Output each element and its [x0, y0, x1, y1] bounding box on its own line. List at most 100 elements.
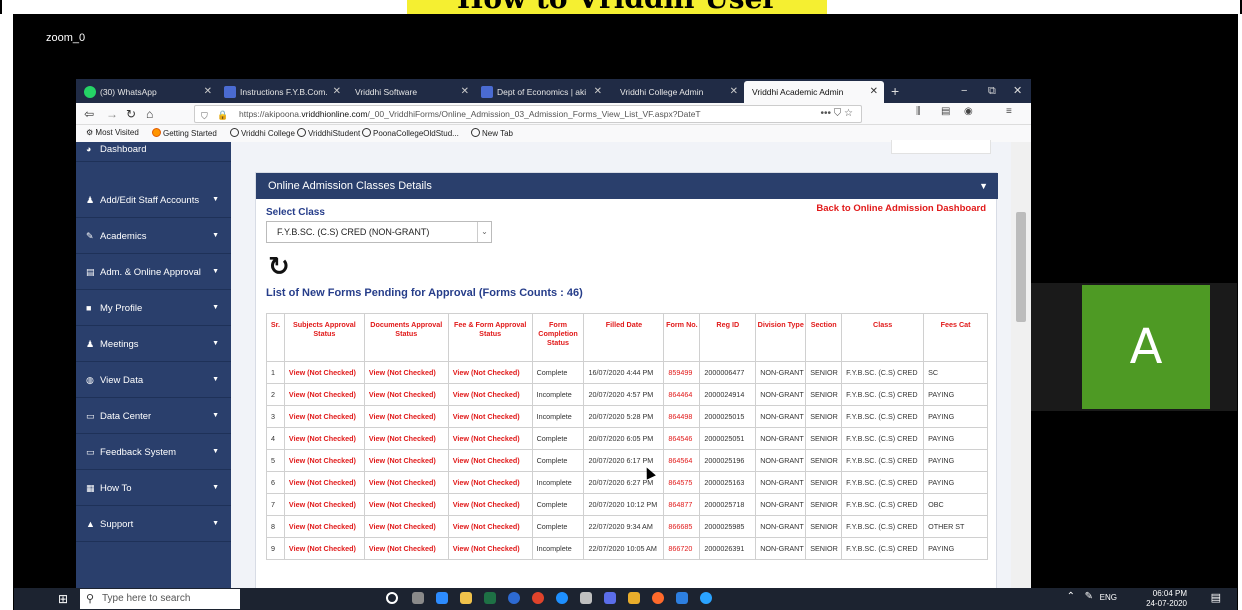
- taskbar-search-input[interactable]: ⚲ Type here to search: [80, 589, 240, 609]
- back-icon[interactable]: ⇦: [84, 105, 94, 123]
- view-status-link[interactable]: View (Not Checked): [447, 361, 533, 384]
- cortana-icon[interactable]: [386, 592, 398, 604]
- close-icon[interactable]: ✕: [594, 81, 602, 103]
- new-tab-button[interactable]: +: [891, 81, 899, 101]
- windows-start-icon[interactable]: ⊞: [58, 592, 68, 606]
- column-header[interactable]: Reg ID: [699, 313, 757, 362]
- bookmark-vriddhistudent[interactable]: VriddhiStudent: [297, 128, 360, 138]
- view-status-link[interactable]: View (Not Checked): [283, 537, 365, 560]
- view-status-link[interactable]: View (Not Checked): [283, 449, 365, 472]
- view-status-link[interactable]: View (Not Checked): [283, 515, 365, 538]
- close-icon[interactable]: ✕: [204, 81, 212, 103]
- view-status-link[interactable]: View (Not Checked): [283, 427, 365, 450]
- mail-icon[interactable]: [676, 592, 688, 604]
- top-search-box[interactable]: [891, 140, 991, 154]
- view-status-link[interactable]: View (Not Checked): [363, 471, 449, 494]
- view-status-link[interactable]: View (Not Checked): [447, 493, 533, 516]
- menu-icon[interactable]: ≡: [1006, 106, 1012, 117]
- column-header[interactable]: Fees Cat: [923, 313, 988, 362]
- url-bar[interactable]: ⛉ 🔒 https://akipoona.vriddhionline.com/_…: [194, 105, 862, 123]
- view-status-link[interactable]: View (Not Checked): [363, 537, 449, 560]
- sidebar-item-feedback-system[interactable]: ▭ Feedback System ▼: [76, 434, 231, 470]
- forward-icon[interactable]: →: [106, 105, 118, 123]
- view-status-link[interactable]: View (Not Checked): [283, 405, 365, 428]
- edge-icon[interactable]: [556, 592, 568, 604]
- close-icon[interactable]: ✕: [730, 81, 738, 103]
- column-header[interactable]: Section: [805, 313, 843, 362]
- page-scrollbar[interactable]: [1011, 142, 1031, 589]
- close-icon[interactable]: ✕: [333, 81, 341, 103]
- view-status-link[interactable]: View (Not Checked): [363, 361, 449, 384]
- account-icon[interactable]: ◉: [964, 106, 973, 117]
- app-icon[interactable]: [700, 592, 712, 604]
- home-icon[interactable]: ⌂: [146, 105, 153, 123]
- form-number-link[interactable]: 866685: [663, 515, 701, 538]
- tab-instructions[interactable]: Instructions F.Y.B.Com. ✕: [218, 81, 347, 103]
- column-header[interactable]: Form Completion Status: [531, 313, 585, 362]
- sidebar-item-support[interactable]: ▲ Support ▼: [76, 506, 231, 542]
- bookmark-getting-started[interactable]: Getting Started: [152, 128, 217, 138]
- view-status-link[interactable]: View (Not Checked): [363, 515, 449, 538]
- zoom-app-icon[interactable]: [436, 592, 448, 604]
- notification-icon[interactable]: ▤: [1211, 591, 1221, 604]
- view-status-link[interactable]: View (Not Checked): [283, 361, 365, 384]
- form-number-link[interactable]: 864498: [663, 405, 701, 428]
- sidebar-item-academics[interactable]: ✎ Academics ▼: [76, 218, 231, 254]
- lock-icon[interactable]: 🔒: [217, 107, 228, 122]
- close-icon[interactable]: ✕: [870, 81, 878, 103]
- view-status-link[interactable]: View (Not Checked): [283, 493, 365, 516]
- close-window-icon[interactable]: ✕: [1013, 81, 1022, 101]
- sidebar-item-adm-online-approval[interactable]: ▤ Adm. & Online Approval ▼: [76, 254, 231, 290]
- bookmark-vriddhi-college[interactable]: Vriddhi College: [230, 128, 295, 138]
- sidebar-toggle-icon[interactable]: ▤: [941, 106, 950, 117]
- column-header[interactable]: Sr.: [266, 313, 285, 362]
- view-status-link[interactable]: View (Not Checked): [363, 493, 449, 516]
- chevron-down-icon[interactable]: ▼: [979, 173, 988, 199]
- column-header[interactable]: Form No.: [663, 313, 701, 362]
- view-status-link[interactable]: View (Not Checked): [363, 405, 449, 428]
- view-status-link[interactable]: View (Not Checked): [447, 537, 533, 560]
- maximize-icon[interactable]: ⧉: [988, 81, 996, 101]
- skype-icon[interactable]: [508, 592, 520, 604]
- tab-vriddhi-software[interactable]: Vriddhi Software ✕: [347, 81, 475, 103]
- view-status-link[interactable]: View (Not Checked): [447, 471, 533, 494]
- reload-icon[interactable]: ↻: [126, 105, 136, 123]
- shield-icon[interactable]: ⛉: [201, 108, 208, 122]
- sidebar-item-meetings[interactable]: ♟ Meetings ▼: [76, 326, 231, 362]
- sidebar-item-data-center[interactable]: ▭ Data Center ▼: [76, 398, 231, 434]
- form-number-link[interactable]: 859499: [663, 361, 701, 384]
- bookmark-new-tab[interactable]: New Tab: [471, 128, 513, 138]
- tab-vriddhi-academic-admin[interactable]: Vriddhi Academic Admin ✕: [744, 81, 884, 103]
- url-actions[interactable]: ••• ⛉ ☆: [820, 106, 853, 122]
- form-number-link[interactable]: 864575: [663, 471, 701, 494]
- bookmark-poonacollegeold[interactable]: PoonaCollegeOldStud...: [362, 128, 459, 138]
- pen-icon[interactable]: ✎: [1085, 591, 1093, 602]
- view-status-link[interactable]: View (Not Checked): [447, 449, 533, 472]
- sidebar-item-dashboard[interactable]: ◕ Dashboard: [76, 142, 231, 162]
- view-status-link[interactable]: View (Not Checked): [363, 427, 449, 450]
- view-status-link[interactable]: View (Not Checked): [447, 515, 533, 538]
- library-icon[interactable]: ⫼: [916, 106, 921, 117]
- excel-icon[interactable]: [484, 592, 496, 604]
- clock[interactable]: 06:04 PM 24-07-2020: [1146, 589, 1187, 609]
- app-icon[interactable]: [580, 592, 592, 604]
- class-select[interactable]: F.Y.B.SC. (C.S) CRED (NON-GRANT) ⌄: [266, 221, 492, 243]
- column-header[interactable]: Division Type: [755, 313, 807, 362]
- chevron-down-icon[interactable]: ⌄: [477, 222, 491, 242]
- chrome-icon[interactable]: [532, 592, 544, 604]
- app-icon[interactable]: [628, 592, 640, 604]
- tab-vriddhi-college-admin[interactable]: Vriddhi College Admin ✕: [608, 81, 744, 103]
- column-header[interactable]: Class: [841, 313, 925, 362]
- bookmark-most-visited[interactable]: ⚙ Most Visited: [86, 128, 139, 137]
- form-number-link[interactable]: 864546: [663, 427, 701, 450]
- file-explorer-icon[interactable]: [460, 592, 472, 604]
- task-view-icon[interactable]: [412, 592, 424, 604]
- column-header[interactable]: Fee & Form Approval Status: [447, 313, 533, 362]
- firefox-icon[interactable]: [652, 592, 664, 604]
- view-status-link[interactable]: View (Not Checked): [283, 383, 365, 406]
- column-header[interactable]: Documents Approval Status: [363, 313, 449, 362]
- view-status-link[interactable]: View (Not Checked): [363, 383, 449, 406]
- view-status-link[interactable]: View (Not Checked): [363, 449, 449, 472]
- app-icon[interactable]: [604, 592, 616, 604]
- back-to-dashboard-link[interactable]: Back to Online Admission Dashboard: [816, 203, 986, 214]
